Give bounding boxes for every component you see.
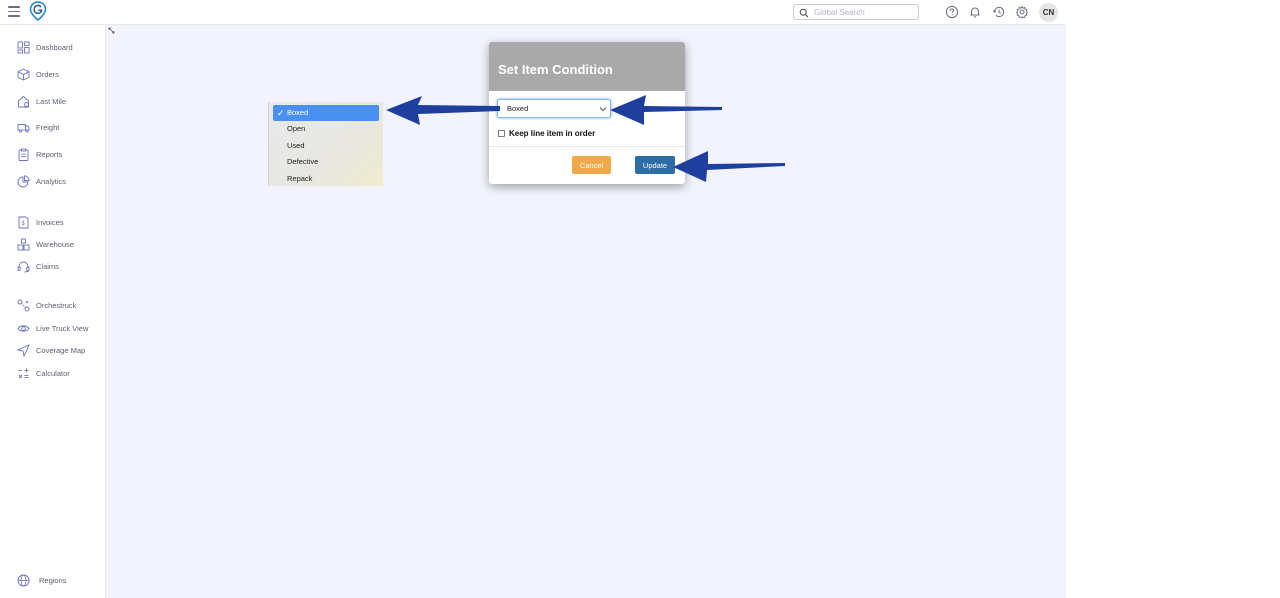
box-icon [17, 67, 30, 80]
checkmark-icon: ✓ [277, 108, 285, 118]
sidebar-item-label: Last Mile [36, 96, 67, 106]
sidebar-item-label: Freight [36, 122, 60, 132]
sidebar-item-label: Reports [36, 149, 63, 159]
gear-icon[interactable] [1015, 5, 1029, 19]
option-repack[interactable]: Repack [273, 171, 379, 187]
warehouse-icon [17, 238, 30, 250]
sidebar-item-warehouse[interactable]: Warehouse [17, 236, 74, 252]
sidebar-item-label: Regions [39, 575, 67, 585]
update-button[interactable]: Update [635, 156, 675, 174]
dashboard-icon [17, 41, 30, 53]
app-window: CN Dashboard Orders Last Mile Freight Re… [0, 0, 1066, 598]
global-search-input[interactable] [814, 6, 914, 18]
sidebar-item-label: Calculator [36, 368, 70, 378]
sidebar-item-label: Analytics [36, 176, 67, 186]
house-icon [18, 95, 29, 107]
bell-icon[interactable] [968, 5, 982, 19]
option-label: Defective [287, 157, 319, 167]
modal-header: Set Item Condition [489, 42, 685, 91]
sidebar-item-reports[interactable]: Reports [17, 146, 62, 162]
sidebar-item-label: Claims [36, 261, 59, 271]
top-bar: CN [0, 0, 1066, 25]
svg-text:$: $ [21, 220, 25, 227]
truck-icon [17, 123, 30, 133]
sidebar-item-dashboard[interactable]: Dashboard [17, 39, 73, 55]
sidebar-item-coverage-map[interactable]: Coverage Map [17, 342, 85, 358]
help-icon[interactable] [945, 5, 959, 19]
eye-icon [17, 324, 30, 332]
sidebar-item-claims[interactable]: Claims [17, 258, 59, 274]
option-label: Repack [287, 173, 313, 183]
modal-divider [489, 146, 685, 147]
sidebar-item-freight[interactable]: Freight [17, 119, 59, 135]
condition-select-value: Boxed [507, 104, 529, 113]
invoice-icon: $ [18, 216, 29, 228]
sidebar-item-label: Coverage Map [36, 345, 86, 355]
sidebar-item-regions[interactable]: Regions [17, 572, 67, 588]
option-used[interactable]: Used [273, 138, 379, 154]
history-icon[interactable] [992, 5, 1006, 19]
cancel-button[interactable]: Cancel [572, 156, 611, 174]
user-avatar[interactable]: CN [1039, 3, 1058, 22]
sidebar-item-label: Dashboard [36, 42, 73, 52]
globe-icon [17, 574, 30, 586]
clipboard-icon [18, 148, 29, 161]
logo-icon[interactable] [29, 1, 47, 21]
option-label: Open [287, 124, 306, 134]
global-search-box[interactable] [793, 4, 919, 20]
set-item-condition-modal: Set Item Condition Boxed Keep line item … [489, 42, 685, 184]
sidebar-item-invoices[interactable]: $ Invoices [17, 214, 64, 230]
sidebar-item-label: Warehouse [36, 239, 75, 249]
sidebar-item-last-mile[interactable]: Last Mile [17, 93, 66, 109]
option-label: Used [287, 140, 305, 150]
sidebar: Dashboard Orders Last Mile Freight Repor… [0, 25, 106, 598]
sidebar-item-label: Orchestruck [36, 300, 77, 310]
keep-line-item-checkbox[interactable] [498, 129, 505, 137]
send-icon [17, 343, 30, 357]
condition-options-list: ✓ Boxed Open Used Defective Repack [268, 102, 383, 186]
condition-select[interactable]: Boxed [497, 99, 611, 118]
route-icon [17, 299, 30, 311]
sidebar-item-analytics[interactable]: Analytics [17, 173, 66, 189]
headset-icon [17, 261, 30, 272]
option-boxed[interactable]: ✓ Boxed [273, 105, 379, 122]
option-label: Boxed [287, 108, 309, 117]
option-open[interactable]: Open [273, 121, 379, 137]
sidebar-item-orchestruck[interactable]: Orchestruck [17, 297, 76, 313]
modal-title: Set Item Condition [498, 62, 613, 77]
sidebar-item-calculator[interactable]: Calculator [17, 365, 70, 381]
sidebar-item-label: Invoices [36, 217, 64, 227]
pie-chart-icon [17, 174, 30, 187]
option-defective[interactable]: Defective [273, 154, 379, 170]
search-icon [799, 8, 809, 18]
sidebar-item-label: Live Truck View [36, 323, 89, 333]
sidebar-item-live-truck-view[interactable]: Live Truck View [17, 320, 88, 336]
sidebar-item-orders[interactable]: Orders [17, 66, 59, 82]
calculator-icon [18, 368, 29, 378]
sidebar-item-label: Orders [36, 69, 59, 79]
keep-line-item-row: Keep line item in order [498, 128, 595, 138]
expand-icon[interactable] [108, 27, 115, 34]
keep-line-item-label[interactable]: Keep line item in order [509, 129, 595, 138]
menu-icon[interactable] [8, 6, 20, 17]
chevron-down-icon [599, 107, 607, 112]
